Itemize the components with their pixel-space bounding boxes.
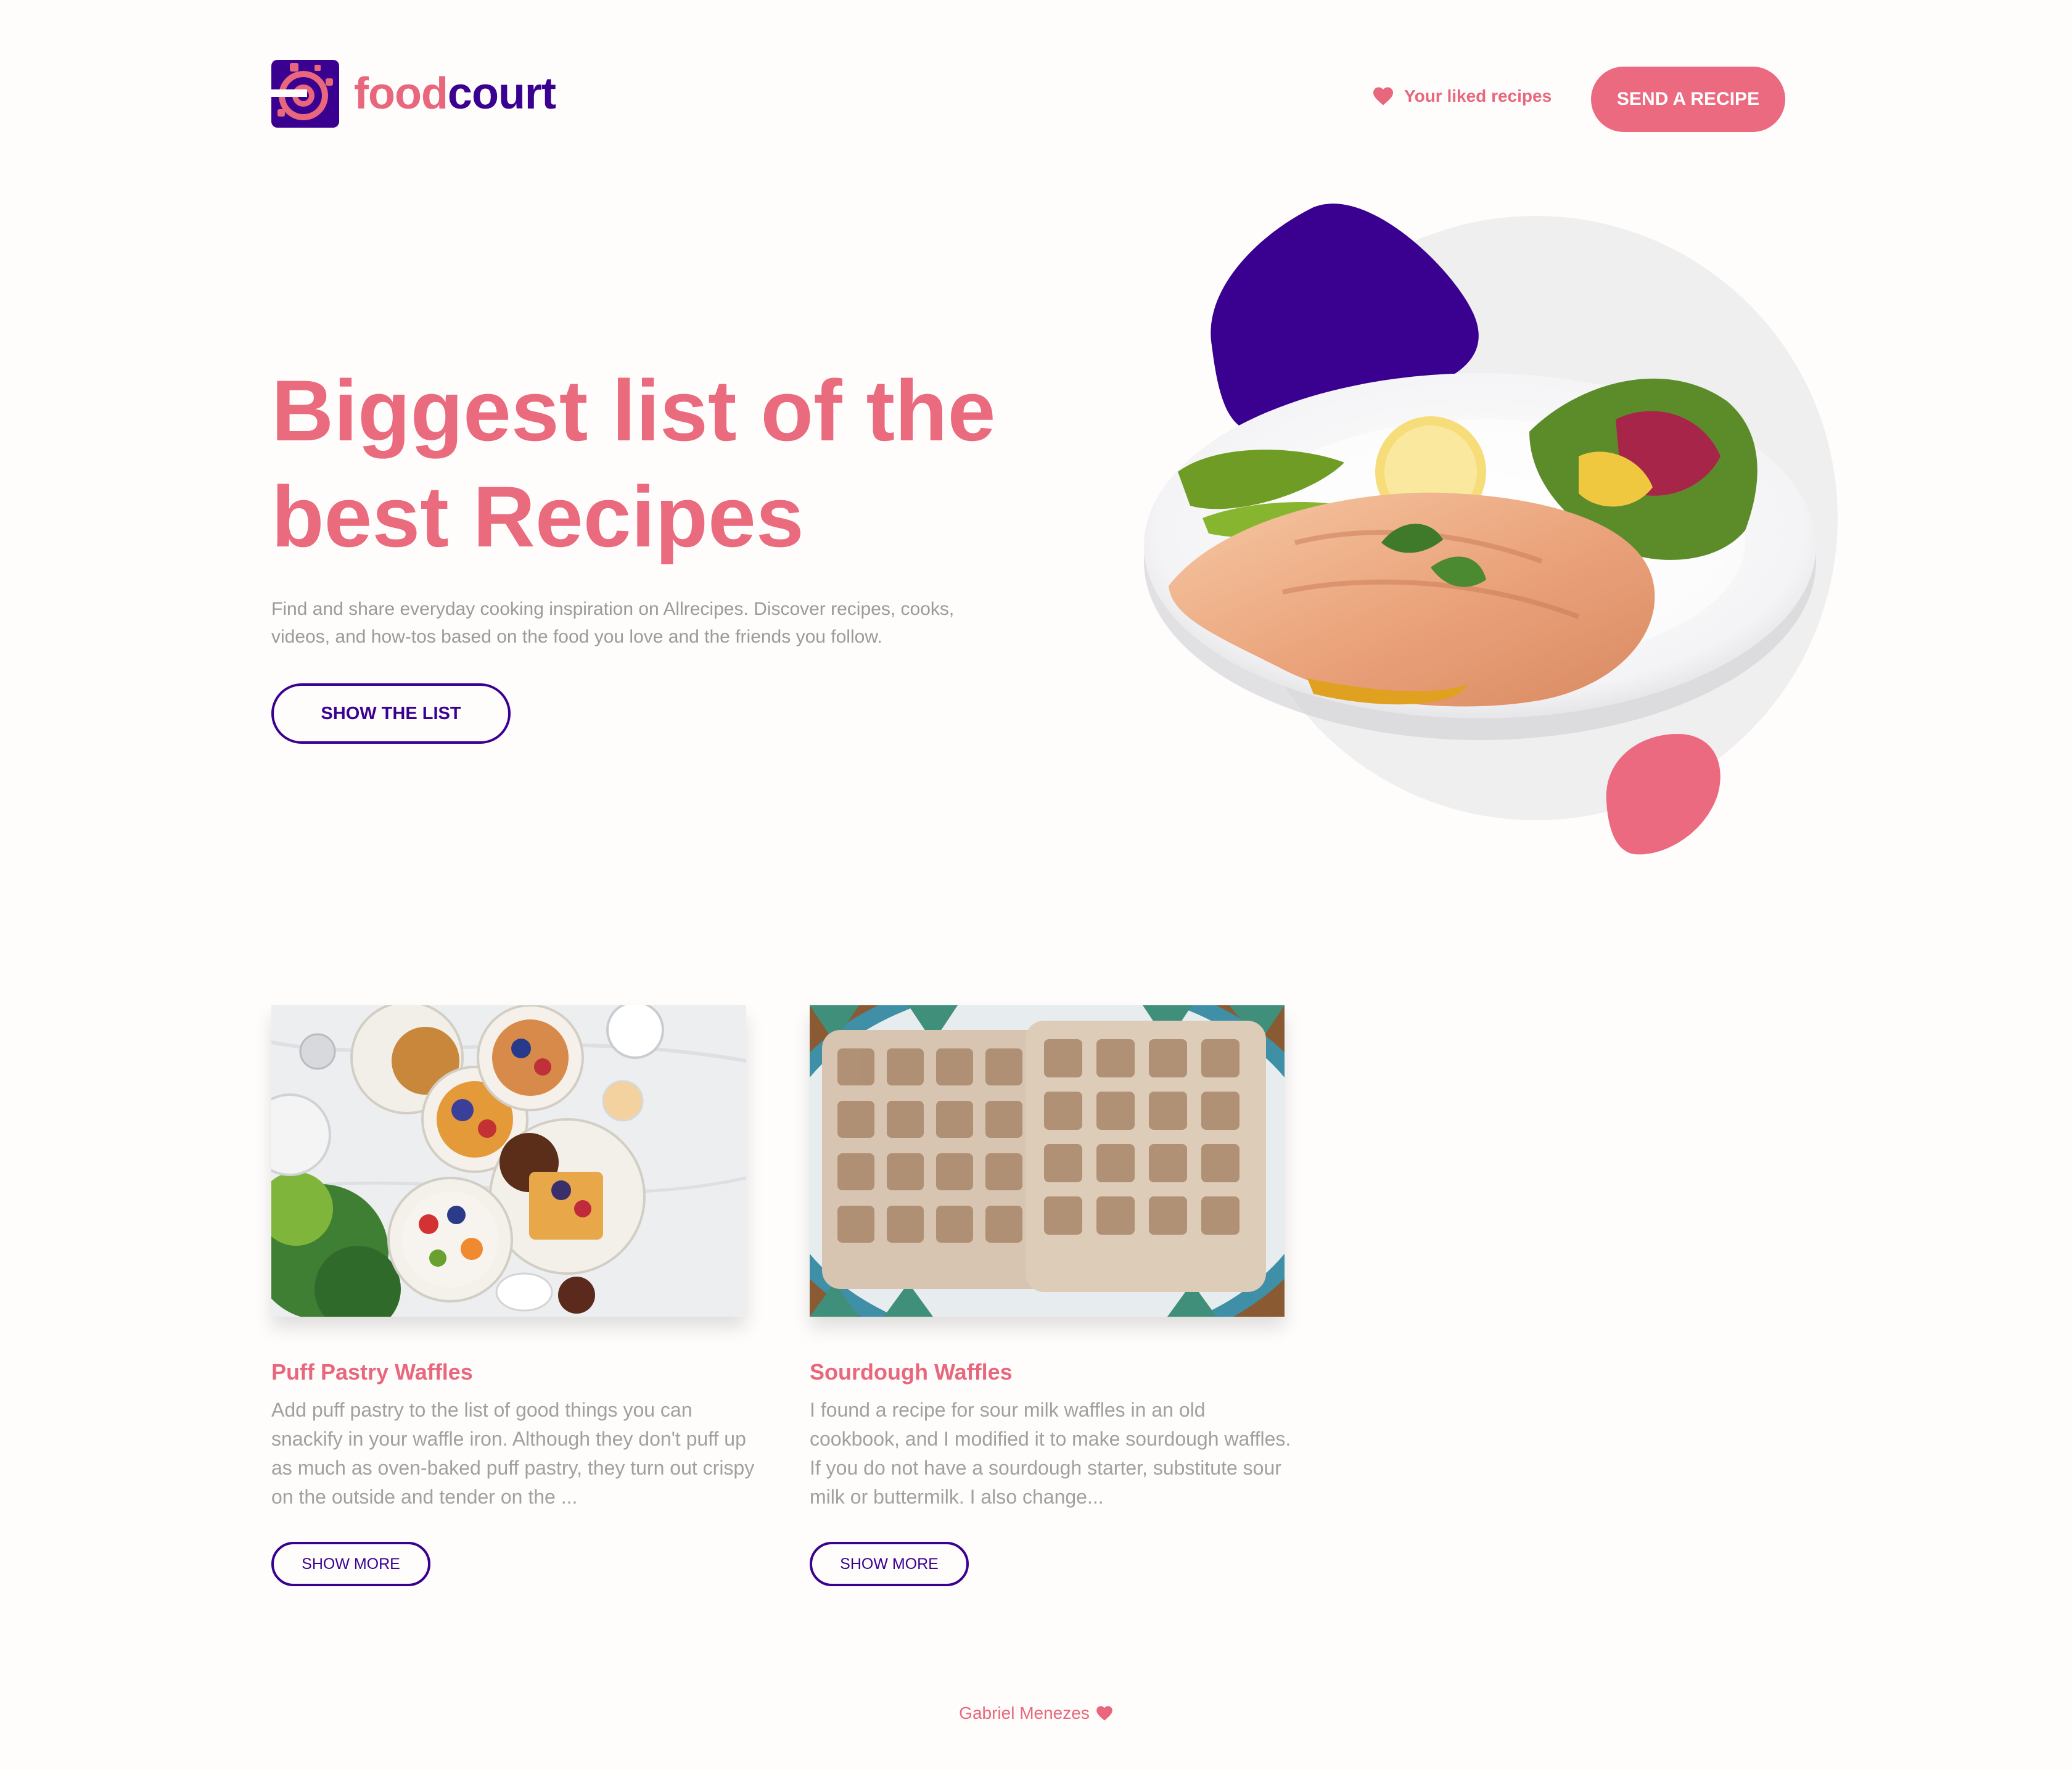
breakfast-spread-image bbox=[271, 1005, 746, 1317]
recipe-2-image[interactable] bbox=[810, 1005, 1285, 1317]
recipe-2-description: I found a recipe for sour milk waffles i… bbox=[810, 1399, 1291, 1508]
heart-icon bbox=[1373, 87, 1393, 105]
recipe-2-show-more-button[interactable]: SHOW MORE bbox=[810, 1542, 969, 1586]
footer-author[interactable]: Gabriel Menezes bbox=[959, 1703, 1090, 1723]
logo-word-court: court bbox=[447, 69, 556, 118]
hero-description: Find and share everyday cooking inspirat… bbox=[271, 595, 980, 651]
hero-title-line-1: Biggest list of the bbox=[271, 362, 996, 459]
liked-recipes-link[interactable]: Your liked recipes bbox=[1372, 86, 1552, 106]
logo[interactable]: foodcourt bbox=[271, 60, 556, 128]
liked-recipes-label: Your liked recipes bbox=[1404, 86, 1552, 105]
logo-word-food: food bbox=[354, 69, 448, 118]
footer: Gabriel Menezes bbox=[0, 1703, 2072, 1723]
logo-wordmark: foodcourt bbox=[354, 68, 556, 119]
logo-mark-icon bbox=[271, 60, 339, 128]
hero-description-line-2: videos, and how-tos based on the food yo… bbox=[271, 627, 882, 647]
recipe-1-show-more-button[interactable]: SHOW MORE bbox=[271, 1542, 430, 1586]
hero-title: Biggest list of the best Recipes bbox=[271, 358, 1024, 570]
send-recipe-button[interactable]: SEND A RECIPE bbox=[1591, 67, 1785, 132]
recipe-1-description: Add puff pastry to the list of good thin… bbox=[271, 1399, 755, 1508]
recipe-1-title[interactable]: Puff Pastry Waffles bbox=[271, 1359, 473, 1385]
hero-description-line-1: Find and share everyday cooking inspirat… bbox=[271, 599, 955, 619]
show-list-button[interactable]: SHOW THE LIST bbox=[271, 683, 511, 744]
hero-title-line-2: best Recipes bbox=[271, 468, 804, 565]
waffles-image bbox=[810, 1005, 1285, 1317]
recipe-2-title[interactable]: Sourdough Waffles bbox=[810, 1359, 1013, 1385]
recipe-1-image[interactable] bbox=[271, 1005, 746, 1317]
heart-icon bbox=[1096, 1706, 1112, 1721]
hero-dish-illustration bbox=[1144, 204, 1838, 855]
